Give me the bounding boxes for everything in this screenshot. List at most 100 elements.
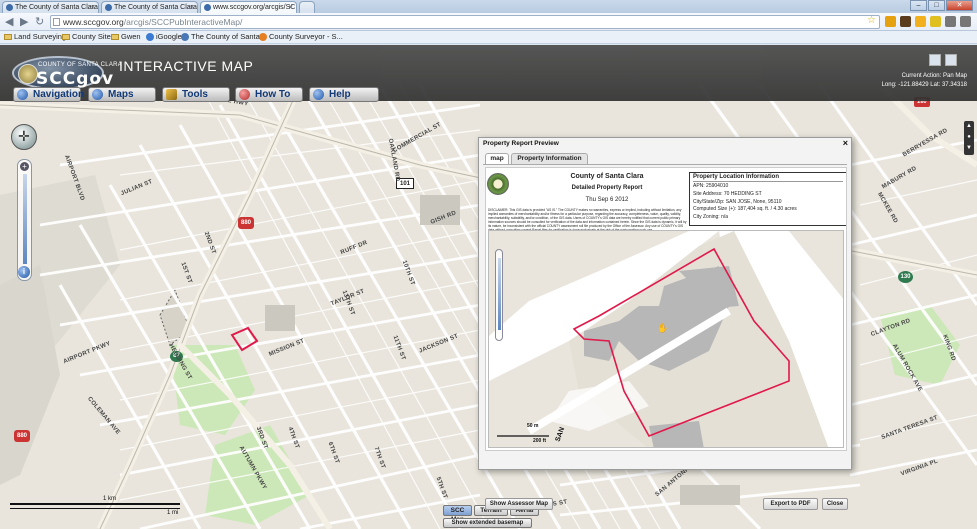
- map-layers-icon[interactable]: [945, 54, 957, 66]
- address-bar[interactable]: www.sccgov.org/arcgis/SCCPubInteractiveM…: [50, 15, 880, 29]
- street-label: AUTUMN PKWY: [237, 445, 268, 491]
- zoom-track[interactable]: [498, 258, 501, 330]
- tab-map[interactable]: map: [485, 153, 509, 164]
- main-menu: Navigation Maps Tools How To Help: [0, 86, 977, 102]
- extension-icon[interactable]: [930, 16, 941, 27]
- logo-county-name: COUNTY OF SANTA CLARA: [38, 62, 123, 68]
- pan-down-icon[interactable]: ▼: [964, 143, 974, 154]
- report-subtitle: Detailed Property Report: [571, 185, 643, 191]
- bookmark-folder[interactable]: Gwen: [111, 31, 141, 43]
- bookmark-link[interactable]: The County of Santa...: [181, 31, 266, 43]
- url-path: /arcgis/SCCPubInteractiveMap/: [123, 17, 243, 27]
- pan-center-icon[interactable]: ●: [964, 132, 974, 143]
- extension-icon[interactable]: [885, 16, 896, 27]
- street-label: 3RD ST: [254, 426, 269, 450]
- menu-help[interactable]: Help: [309, 87, 379, 102]
- county-favicon-icon: [6, 4, 13, 11]
- bookmark-star-icon[interactable]: ☆: [867, 15, 876, 27]
- show-assessor-map-button[interactable]: Show Assessor Map: [485, 498, 553, 510]
- tab-close-icon[interactable]: ×: [189, 2, 194, 13]
- street-label: ALUM ROCK AVE: [890, 343, 924, 393]
- close-button[interactable]: Close: [822, 498, 848, 510]
- page-menu-icon[interactable]: [945, 16, 956, 27]
- street-label: AIRPORT PKWY: [62, 340, 112, 366]
- county-favicon-icon: [105, 4, 112, 11]
- map-canvas[interactable]: 880 880 101 87 130 280 AIRPORT BLVD AIRP…: [0, 45, 977, 529]
- basemap-scc-map-button[interactable]: SCC Map: [443, 505, 472, 523]
- dialog-close-icon[interactable]: ×: [843, 138, 848, 148]
- scale-bar-km: [10, 503, 180, 505]
- globe-icon: [17, 89, 28, 100]
- right-pan-control[interactable]: ▲ ● ▼: [964, 121, 974, 155]
- info-icon[interactable]: i: [18, 266, 30, 278]
- street-label: 6TH ST: [326, 441, 340, 465]
- menu-tools[interactable]: Tools: [162, 87, 230, 102]
- bookmark-link[interactable]: iGoogle: [146, 31, 182, 43]
- street-label: AIRPORT BLVD: [63, 154, 86, 202]
- wrench-icon[interactable]: [960, 16, 971, 27]
- tab-property-information[interactable]: Property Information: [511, 153, 588, 164]
- street-label: SANTA TERESA ST: [880, 414, 939, 442]
- bookmark-folder[interactable]: County Sites: [62, 31, 115, 43]
- location-title: Property Location Information: [693, 174, 843, 182]
- app-title: INTERACTIVE MAP: [119, 58, 254, 74]
- maximize-icon[interactable]: □: [928, 0, 945, 11]
- scale-bar-mi: [10, 508, 180, 509]
- report-disclaimer: DISCLAIMER: This GIS data is provided "A…: [488, 208, 687, 232]
- zoom-track[interactable]: [23, 174, 27, 264]
- street-label: HEDDING ST: [167, 343, 193, 381]
- new-tab-button[interactable]: [299, 1, 315, 13]
- pan-up-icon[interactable]: ▲: [964, 121, 974, 132]
- scale-mi-label: 1 mi: [167, 510, 179, 516]
- extension-icon[interactable]: [915, 16, 926, 27]
- street-label: CLAYTON RD: [870, 318, 912, 338]
- window-close-icon[interactable]: ✕: [946, 0, 973, 11]
- site-address: Site Address: 70 HEDDING ST: [693, 190, 762, 197]
- report-parcel-map[interactable]: 50 m 200 ft SAN ✋: [488, 230, 844, 448]
- parcel-map-drawing: [489, 231, 843, 447]
- browser-tab-strip: The County of Santa Clara × The County o…: [0, 0, 977, 13]
- street-label: JACKSON ST: [418, 333, 460, 355]
- street-label: MISSION ST: [268, 338, 306, 358]
- menu-how-to[interactable]: How To: [235, 87, 303, 102]
- question-icon: [313, 89, 324, 100]
- zoom-in-icon[interactable]: +: [20, 162, 29, 171]
- city-zoning: City Zoning: n/a: [693, 214, 729, 221]
- apn-value: APN: 25904010: [693, 183, 729, 189]
- browser-tab[interactable]: The County of Santa Clara ×: [101, 1, 198, 13]
- print-icon[interactable]: [929, 54, 941, 66]
- bookmark-link[interactable]: County Surveyor - S...: [259, 31, 343, 43]
- street-label: BERRYESSA RD: [901, 127, 949, 159]
- street-label: COLEMAN AVE: [86, 396, 121, 436]
- forward-arrow-icon[interactable]: ▶: [20, 16, 28, 28]
- back-arrow-icon[interactable]: ◀: [5, 16, 13, 28]
- bookmark-folder[interactable]: Land Surveying: [4, 31, 66, 43]
- reload-icon[interactable]: ↻: [35, 16, 44, 28]
- minimize-icon[interactable]: –: [910, 0, 927, 11]
- pan-control-icon[interactable]: [11, 124, 37, 150]
- street-label: GISH RD: [429, 210, 458, 226]
- county-seal-icon: [18, 64, 38, 84]
- scale-feet-label: 200 ft: [533, 438, 547, 444]
- report-zoom-slider[interactable]: [495, 249, 503, 341]
- street-label: KING RD: [941, 334, 957, 362]
- bookmarks-bar: Land Surveying County Sites Gwen iGoogle…: [0, 31, 977, 44]
- zoom-slider[interactable]: + −: [17, 159, 32, 281]
- show-extended-basemap-button[interactable]: Show extended basemap: [443, 518, 532, 528]
- browser-tab-active[interactable]: www.sccgov.org/arcgis/SC ×: [200, 1, 297, 13]
- dialog-title: Property Report Preview: [483, 140, 559, 147]
- street-label: 10TH ST: [400, 259, 416, 287]
- street-label: 5TH ST: [434, 476, 448, 500]
- extension-icon[interactable]: [900, 16, 911, 27]
- report-date: Thu Sep 6 2012: [585, 197, 629, 203]
- browser-tab[interactable]: The County of Santa Clara ×: [2, 1, 99, 13]
- property-report-dialog: Property Report Preview × map Property I…: [478, 137, 852, 510]
- tab-close-icon[interactable]: ×: [288, 2, 293, 13]
- tab-close-icon[interactable]: ×: [90, 2, 95, 13]
- export-pdf-button[interactable]: Export to PDF: [763, 498, 818, 510]
- street-label: 1ST ST: [179, 261, 193, 285]
- igoogle-icon: [146, 33, 154, 41]
- menu-navigation[interactable]: Navigation: [13, 87, 84, 102]
- menu-maps[interactable]: Maps: [88, 87, 156, 102]
- window-controls: – □ ✕: [910, 0, 973, 12]
